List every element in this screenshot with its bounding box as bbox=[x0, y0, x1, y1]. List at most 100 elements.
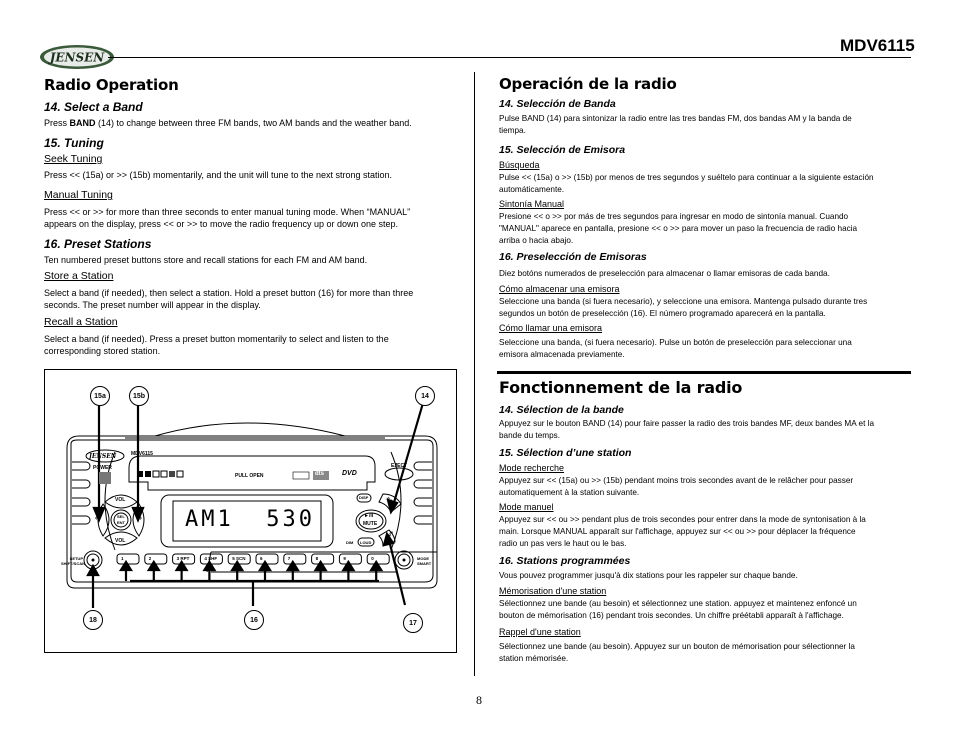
model-number: MDV6115 bbox=[840, 36, 915, 55]
arrowhead-16 bbox=[369, 559, 384, 572]
text-store-1: Select a band (if needed), then select a… bbox=[44, 288, 414, 298]
preset-label: 2 bbox=[148, 556, 152, 561]
preset-label: 3 RPT bbox=[176, 556, 190, 561]
subheading-store-station: Store a Station bbox=[44, 270, 114, 282]
brand-text: JENSEN bbox=[48, 51, 106, 65]
text-store-2: seconds. The preset number will appear i… bbox=[44, 300, 261, 310]
text-seek-tuning: Press << (15a) or >> (15b) momentarily, … bbox=[44, 170, 393, 180]
section-title-spanish: Operación de la radio bbox=[499, 75, 677, 93]
arrowhead-18 bbox=[86, 563, 100, 577]
vol-down-label: VOL bbox=[115, 538, 126, 544]
pull-open-label: PULL OPEN bbox=[235, 473, 264, 479]
text-preseleccion-intro: Diez botóns numerados de preselección pa… bbox=[499, 269, 830, 278]
play-pause-label: ►/II bbox=[364, 513, 374, 519]
heading-preseleccion: 16. Preselección de Emisoras bbox=[499, 251, 647, 263]
column-divider bbox=[474, 72, 475, 676]
callout-14: 14 bbox=[415, 386, 435, 406]
subheading-mode-recherche: Mode recherche bbox=[499, 463, 565, 473]
text-busqueda-1: Pulse << (15a) o >> (15b) por menos de t… bbox=[499, 173, 874, 182]
text-recall-2: corresponding stored station. bbox=[44, 346, 161, 356]
callout-17: 17 bbox=[403, 613, 423, 633]
arrowhead-16 bbox=[341, 559, 356, 572]
text-manual-tuning-2: appears on the display, press << or >> t… bbox=[44, 219, 399, 229]
text-almacenar-2: segundos un botón de preselección (16). … bbox=[499, 309, 826, 318]
ent-label: ENT bbox=[117, 520, 125, 525]
subheading-rappel: Rappel d'une station bbox=[499, 627, 581, 637]
subheading-recall-station: Recall a Station bbox=[44, 316, 118, 328]
text-seleccion-banda-2: tiempa. bbox=[499, 126, 526, 135]
text-manual-tuning-1: Press << or >> for more than three secon… bbox=[44, 207, 411, 217]
callout-15b: 15b bbox=[129, 386, 149, 406]
text-rappel-2: station mémorisée. bbox=[499, 654, 569, 663]
heading-seleccion-emisora: 15. Selección de Emisora bbox=[499, 144, 626, 156]
mute-label: MUTE bbox=[363, 521, 378, 527]
text-manuel-2: main. Lorsque MANUAL apparaît sur l'affi… bbox=[499, 527, 856, 536]
radio-diagram: 15a 15b 14 16 17 18 JENSEN MDV6115 POWER… bbox=[44, 369, 457, 653]
jensen-logo: JENSEN bbox=[40, 45, 114, 69]
section-title-english: Radio Operation bbox=[44, 76, 179, 94]
mode-label: MODE SMART bbox=[417, 556, 432, 566]
dvd-logo: DVD bbox=[342, 470, 357, 477]
preset-label: 5 SCN bbox=[232, 556, 246, 561]
text-recherche-2: automatiquement à la station suivante. bbox=[499, 488, 640, 497]
format-logos bbox=[85, 449, 329, 484]
subheading-busqueda: Búsqueda bbox=[499, 160, 540, 170]
heading-preset-stations: 16. Preset Stations bbox=[44, 237, 152, 251]
disc-slot-flap bbox=[154, 422, 346, 437]
arrowhead-16 bbox=[174, 559, 189, 572]
callout-16: 16 bbox=[244, 610, 264, 630]
unit-model-label: MDV6115 bbox=[131, 451, 153, 457]
subheading-mode-manuel: Mode manuel bbox=[499, 502, 554, 512]
text-selection-bande-1: Appuyez sur le bouton BAND (14) pour fai… bbox=[499, 419, 875, 428]
text-preset-intro: Ten numbered preset buttons store and re… bbox=[44, 255, 368, 265]
text-almacenar-1: Seleccione una banda (si fuera necesario… bbox=[499, 297, 868, 306]
heading-stations-programmees: 16. Stations programmées bbox=[499, 555, 631, 567]
french-section-rule bbox=[497, 371, 911, 374]
arrowhead-16 bbox=[230, 559, 245, 572]
arrowhead-16 bbox=[285, 559, 300, 572]
subheading-seek-tuning: Seek Tuning bbox=[44, 153, 103, 165]
text-memorisation-1: Sélectionnez une bande (au besoin) et sé… bbox=[499, 599, 857, 608]
text-seleccion-banda-1: Pulse BAND (14) para sintonizar la radio… bbox=[499, 114, 852, 123]
heading-tuning: 15. Tuning bbox=[44, 136, 104, 150]
text-llamar-2: emisora almacenada previamente. bbox=[499, 350, 625, 359]
section-title-french: Fonctionnement de la radio bbox=[499, 378, 743, 397]
preset-label: 9 bbox=[343, 556, 346, 561]
text-rappel-1: Sélectionnez une bande (au besoin). Appu… bbox=[499, 642, 855, 651]
preset-label: 6 bbox=[260, 556, 263, 561]
dim-label: DIM bbox=[346, 540, 354, 545]
arrowhead-16 bbox=[313, 559, 328, 572]
subheading-manual-tuning: Manual Tuning bbox=[44, 189, 113, 201]
text-sintonia-3: arriba o hacia abajo. bbox=[499, 236, 574, 245]
disp-label: DISP bbox=[359, 495, 369, 500]
lcd-display-text: AM1 530 bbox=[185, 507, 315, 532]
arrowhead-16 bbox=[258, 559, 272, 572]
preset-label: 4 SHF bbox=[204, 556, 218, 561]
setup-label: SETUP SHIFT/SCAN bbox=[61, 556, 85, 566]
seek-up-icon: » bbox=[138, 515, 142, 522]
callout-18: 18 bbox=[83, 610, 103, 630]
subheading-llamar: Cómo llamar una emisora bbox=[499, 323, 603, 333]
text-select-band: Press BAND (14) to change between three … bbox=[44, 118, 412, 128]
arrow-14 bbox=[391, 402, 425, 507]
text-memorisation-2: bouton de mémorisation (16) pendant troi… bbox=[499, 611, 844, 620]
text-selection-bande-2: bande du temps. bbox=[499, 431, 560, 440]
arrowhead-16 bbox=[202, 559, 217, 572]
text-manuel-1: Appuyez sur << ou >> pendant plus de tro… bbox=[499, 515, 866, 524]
heading-select-band: 14. Select a Band bbox=[44, 100, 143, 114]
dts-logo: dts bbox=[315, 471, 324, 477]
arrowhead-16 bbox=[146, 559, 161, 572]
vol-up-label: VOL bbox=[115, 497, 126, 503]
header-rule bbox=[108, 57, 911, 58]
text-sintonia-1: Presione << o >> por más de tres segundo… bbox=[499, 212, 849, 221]
text-sintonia-2: "MANUAL" aparece en pantalla, presione <… bbox=[499, 224, 858, 233]
callout-15a: 15a bbox=[90, 386, 110, 406]
heading-seleccion-banda: 14. Selección de Banda bbox=[499, 98, 616, 110]
text-manuel-3: radio un pas vers le haut ou le bas. bbox=[499, 539, 627, 548]
power-label: POWER bbox=[93, 465, 112, 471]
arrowhead-16 bbox=[119, 559, 133, 572]
text-recherche-1: Appuyez sur << (15a) ou >> (15b) pendant… bbox=[499, 476, 854, 485]
sel-label: SEL bbox=[117, 514, 125, 519]
heading-selection-bande: 14. Sélection de la bande bbox=[499, 404, 624, 416]
subheading-memorisation: Mémorisation d'une station bbox=[499, 586, 607, 596]
